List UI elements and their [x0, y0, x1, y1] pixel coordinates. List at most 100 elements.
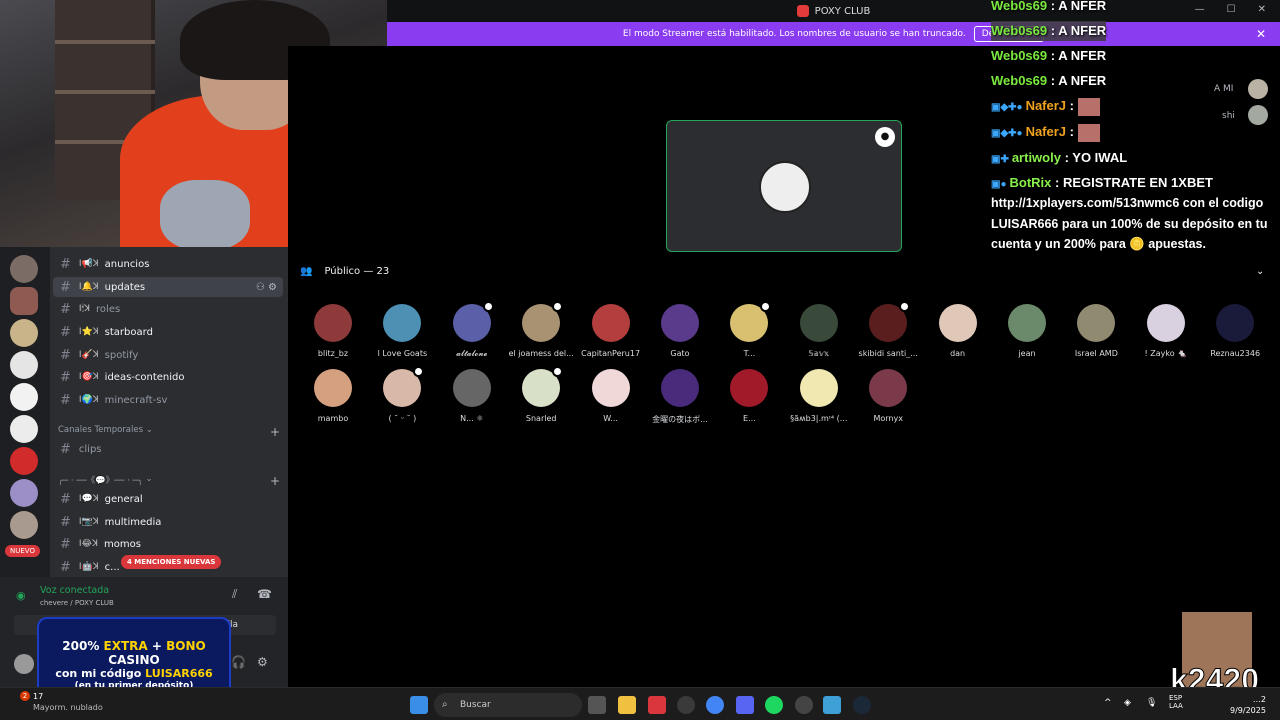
audience-member[interactable]: dan — [923, 304, 993, 358]
chevron-down-icon[interactable]: ⌄ — [1256, 266, 1264, 277]
server-icon[interactable] — [10, 255, 38, 283]
server-icon[interactable] — [10, 447, 38, 475]
add-channel-icon[interactable]: + — [270, 425, 280, 439]
member-name: l Love Goats — [377, 349, 428, 358]
channel-label: updates — [104, 281, 146, 293]
channel-list: # ꓲ📢ꓘ anuncios # ꓲ🔔ꓘ updates ⚇ ⚙ # ꓲ🕯ꓘ r… — [50, 247, 288, 577]
badge-icons: ▣◆✚● — [991, 102, 1023, 113]
server-icon[interactable] — [10, 479, 38, 507]
audience-member[interactable]: §ãʍb3|.mᶦ⁴ (... — [784, 369, 854, 423]
audience-header[interactable]: 👥 Público — 23 — [300, 266, 389, 277]
audience-member[interactable]: Snarled — [506, 366, 576, 423]
hash-icon: # — [60, 256, 71, 272]
channel-roles[interactable]: # ꓲ🕯ꓘ roles — [53, 299, 283, 319]
server-icon[interactable] — [10, 319, 38, 347]
server-icon[interactable] — [10, 511, 38, 539]
gear-icon[interactable]: ⚙ — [257, 655, 268, 669]
audience-member[interactable]: 𝕊𝕒𝕧𝕩 — [784, 304, 854, 358]
avatar[interactable] — [14, 654, 34, 674]
audience-member[interactable]: jean — [992, 304, 1062, 358]
search-input[interactable]: ⌕ Buscar — [434, 693, 582, 717]
noise-suppression-icon[interactable]: ⫽ — [232, 587, 237, 602]
audience-member[interactable]: blitz_bz — [298, 304, 368, 358]
audience-member[interactable]: el joamess del... — [506, 301, 576, 358]
audience-member[interactable]: Reznau2346 — [1200, 304, 1270, 358]
server-icon[interactable] — [10, 415, 38, 443]
category-temporales[interactable]: Canales Temporales ⌄ + — [58, 425, 280, 439]
audience-member[interactable]: ( ˘ ᵕ ˘ ) — [367, 366, 437, 423]
audience-member[interactable]: 金曜の夜はボ... — [645, 369, 715, 425]
app-icon[interactable] — [648, 696, 666, 714]
channel-anuncios[interactable]: # ꓲ📢ꓘ anuncios — [53, 254, 283, 274]
weather-widget[interactable]: 17 Mayorm. nublado — [33, 691, 103, 713]
avatar — [661, 304, 699, 342]
audience-member[interactable]: N... ⚛ — [437, 369, 507, 423]
audience-member[interactable]: T... — [714, 301, 784, 358]
new-mentions-pill[interactable]: 4 MENCIONES NUEVAS — [121, 555, 222, 569]
channel-spotify[interactable]: # ꓲ🎸ꓘ spotify — [53, 345, 283, 365]
audience-member[interactable]: Mornyx — [853, 369, 923, 423]
audience-member[interactable]: CapitanPeru17 — [576, 304, 646, 358]
member-name: 𝓪𝓵𝓽𝓪𝓵𝓸𝓷𝓮 — [456, 349, 488, 358]
taskbar: 2 17 Mayorm. nublado ⌕ Buscar ^ ◈ 🎙 ESP … — [0, 687, 1280, 720]
server-icon[interactable] — [10, 287, 38, 315]
channel-minecraft-sv[interactable]: # ꓲ🌍ꓘ minecraft-sv — [53, 390, 283, 410]
hash-icon: # — [60, 392, 71, 408]
clock[interactable]: …2 9/9/2025 — [1230, 694, 1266, 716]
task-view-icon[interactable] — [588, 696, 606, 714]
member-name: CapitanPeru17 — [581, 349, 641, 358]
audience-member[interactable]: W... — [576, 369, 646, 423]
channel-updates[interactable]: # ꓲ🔔ꓘ updates ⚇ ⚙ — [53, 277, 283, 297]
discord-icon[interactable] — [736, 696, 754, 714]
channel-multimedia[interactable]: # ꓲ📷ꓘ multimedia — [53, 512, 283, 532]
camera-icon — [760, 301, 772, 312]
audience-member[interactable]: E... — [714, 369, 784, 423]
audience-member[interactable]: skibidi santi_... — [853, 301, 923, 358]
badge-icons: ▣● — [991, 179, 1007, 190]
audience-member[interactable]: l Love Goats — [367, 304, 437, 358]
hash-icon: # — [60, 324, 71, 340]
server-icon[interactable] — [10, 383, 38, 411]
voice-location[interactable]: chevere / POXY CLUB — [40, 599, 114, 607]
category-chat[interactable]: ╭─ · ──《💬》── · ─╮ ⌄ + — [58, 474, 280, 488]
channel-momos[interactable]: # ꓲ😂ꓘ momos — [53, 534, 283, 554]
camera-icon — [552, 366, 564, 377]
audience-member[interactable]: ! Zayko 🐁 — [1131, 304, 1201, 358]
badge-icons: ▣◆✚● — [991, 128, 1023, 139]
channel-general[interactable]: # ꓲ💬ꓘ general — [53, 489, 283, 509]
channel-label: minecraft-sv — [104, 394, 168, 406]
mic-icon[interactable]: 🎙 — [1146, 698, 1157, 708]
channel-starboard[interactable]: # ꓲ⭐ꓘ starboard — [53, 322, 283, 342]
audience-member[interactable]: Israel AMD — [1061, 304, 1131, 358]
spotify-icon[interactable] — [765, 696, 783, 714]
camera-icon — [413, 366, 425, 377]
tray-chevron-icon[interactable]: ^ — [1104, 698, 1112, 708]
disconnect-icon[interactable]: ☎ — [257, 587, 272, 601]
add-channel-icon[interactable]: + — [270, 474, 280, 488]
hash-icon: # — [60, 491, 71, 507]
hash-icon: # — [60, 514, 71, 530]
obs-icon[interactable] — [677, 696, 695, 714]
notepad-icon[interactable] — [823, 696, 841, 714]
invite-settings-icons[interactable]: ⚇ ⚙ — [256, 282, 277, 293]
channel-ideas-contenido[interactable]: # ꓲ🎯ꓘ ideas-contenido — [53, 367, 283, 387]
channel-clips[interactable]: # clips — [53, 439, 283, 459]
member-name: E... — [743, 414, 756, 423]
member-name: 金曜の夜はボ... — [652, 415, 708, 424]
server-icon[interactable] — [10, 351, 38, 379]
audience-member[interactable]: 𝓪𝓵𝓽𝓪𝓵𝓸𝓷𝓮 — [437, 301, 507, 359]
tray-app-icon[interactable]: ◈ — [1124, 698, 1131, 708]
file-explorer-icon[interactable] — [618, 696, 636, 714]
banner-text: El modo Streamer está habilitado. Los no… — [622, 29, 966, 39]
chrome-icon[interactable] — [706, 696, 724, 714]
speaker-tile[interactable]: ● — [666, 120, 902, 252]
headphones-icon[interactable]: 🎧 — [231, 655, 246, 669]
app-icon[interactable] — [795, 696, 813, 714]
audience-member[interactable]: Gato — [645, 304, 715, 358]
audience-member[interactable]: mambo — [298, 369, 368, 423]
signal-icon[interactable]: ◉ — [16, 589, 30, 603]
channel-label: spotify — [104, 349, 139, 361]
windows-start-icon[interactable] — [410, 696, 428, 714]
steam-icon[interactable] — [853, 696, 871, 714]
language-indicator[interactable]: ESP LAA — [1169, 694, 1193, 710]
